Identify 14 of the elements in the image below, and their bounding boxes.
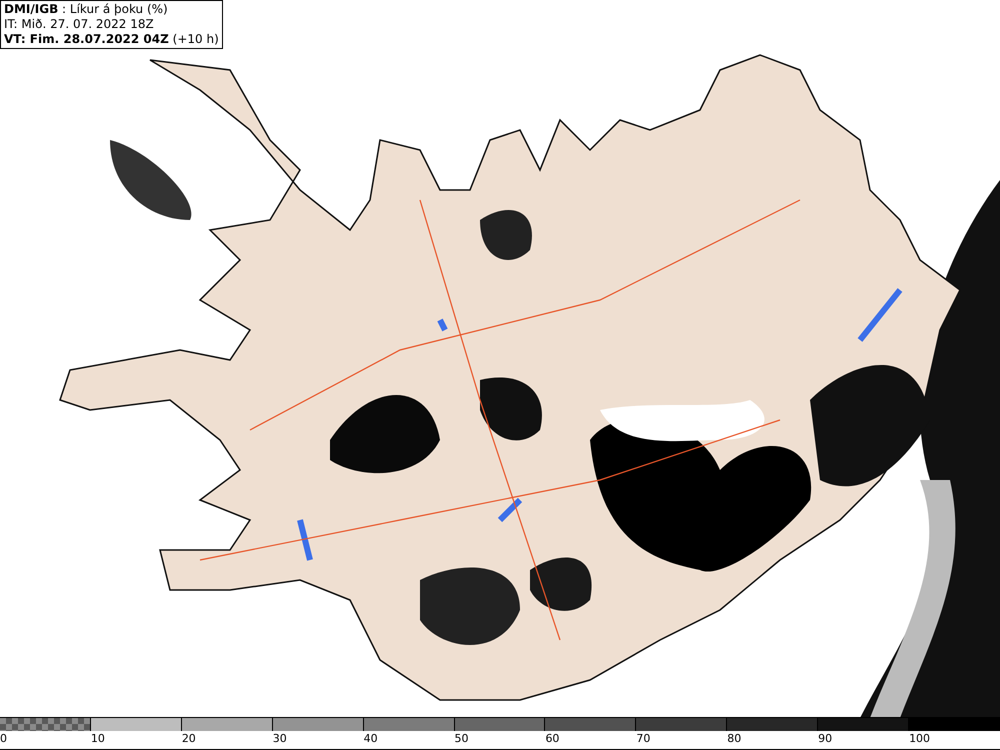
legend-label: 70 <box>636 731 650 747</box>
legend-label: 30 <box>272 731 287 747</box>
legend-label: 80 <box>727 731 742 747</box>
legend-label: 40 <box>364 731 378 747</box>
legend-label: 90 <box>818 731 832 747</box>
legend-label: 50 <box>454 731 469 747</box>
legend-label: 60 <box>545 731 560 747</box>
legend-label: 10 <box>90 731 105 747</box>
legend-label: 0 <box>0 731 7 747</box>
legend-label: 20 <box>182 731 196 747</box>
header-text: VT: Fim. 28.07.2022 04Z (+10 h) <box>4 32 219 47</box>
header-text: IT: Mið. 27. 07. 2022 18Z <box>4 17 155 32</box>
legend-label: 100 <box>909 731 930 747</box>
header-text: DMI/IGB : Líkur á þoku (%) <box>4 2 169 17</box>
